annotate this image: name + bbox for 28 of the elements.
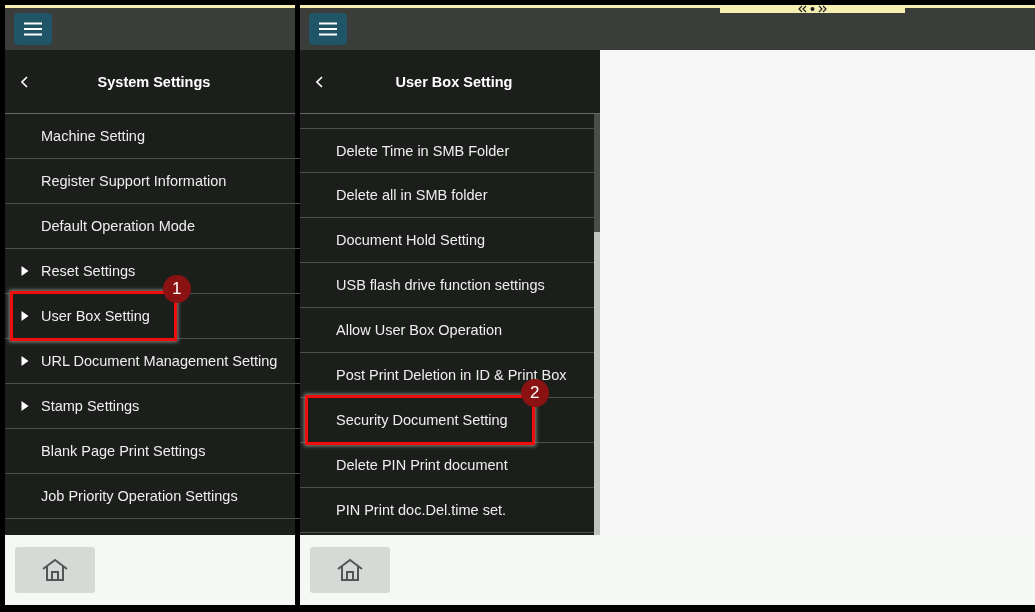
- panel-title: User Box Setting: [394, 73, 514, 90]
- menu-item[interactable]: Allow User Box Operation: [305, 307, 529, 353]
- menu-button[interactable]: [14, 13, 52, 45]
- menu-item[interactable]: Default Operation Mode: [10, 203, 222, 249]
- menu-item[interactable]: Job Priority Operation Settings: [10, 473, 265, 519]
- menu-item[interactable]: Register Support Information: [10, 158, 254, 204]
- menu-item[interactable]: Delete Time in SMB Folder: [305, 128, 537, 173]
- callout-badge: 2: [520, 379, 549, 407]
- back-button[interactable]: [21, 75, 29, 88]
- menu-icon: [24, 22, 42, 36]
- menu-icon: [319, 22, 337, 36]
- scrollbar[interactable]: [593, 114, 600, 535]
- menu-item[interactable]: Delete PIN Print document: [305, 442, 535, 488]
- menu-item[interactable]: USB flash drive function settings: [305, 262, 572, 308]
- back-button[interactable]: [316, 75, 324, 88]
- home-icon: [41, 558, 69, 582]
- menu-item[interactable]: Blank Page Print Settings: [10, 428, 233, 474]
- home-button[interactable]: [15, 547, 95, 593]
- panel-title: System Settings: [96, 73, 212, 90]
- menu-item[interactable]: PIN Print doc.Del.time set.: [305, 487, 534, 533]
- menu-item[interactable]: Delete all in SMB folder: [305, 172, 515, 218]
- menu-item[interactable]: Stamp Settings: [10, 383, 167, 429]
- menu-item[interactable]: Machine Setting: [10, 113, 172, 159]
- menu-item[interactable]: Document Hold Setting: [305, 217, 513, 263]
- menu-button[interactable]: [309, 13, 347, 45]
- callout-badge: 1: [162, 275, 191, 303]
- home-icon: [336, 558, 364, 582]
- home-button[interactable]: [310, 547, 390, 593]
